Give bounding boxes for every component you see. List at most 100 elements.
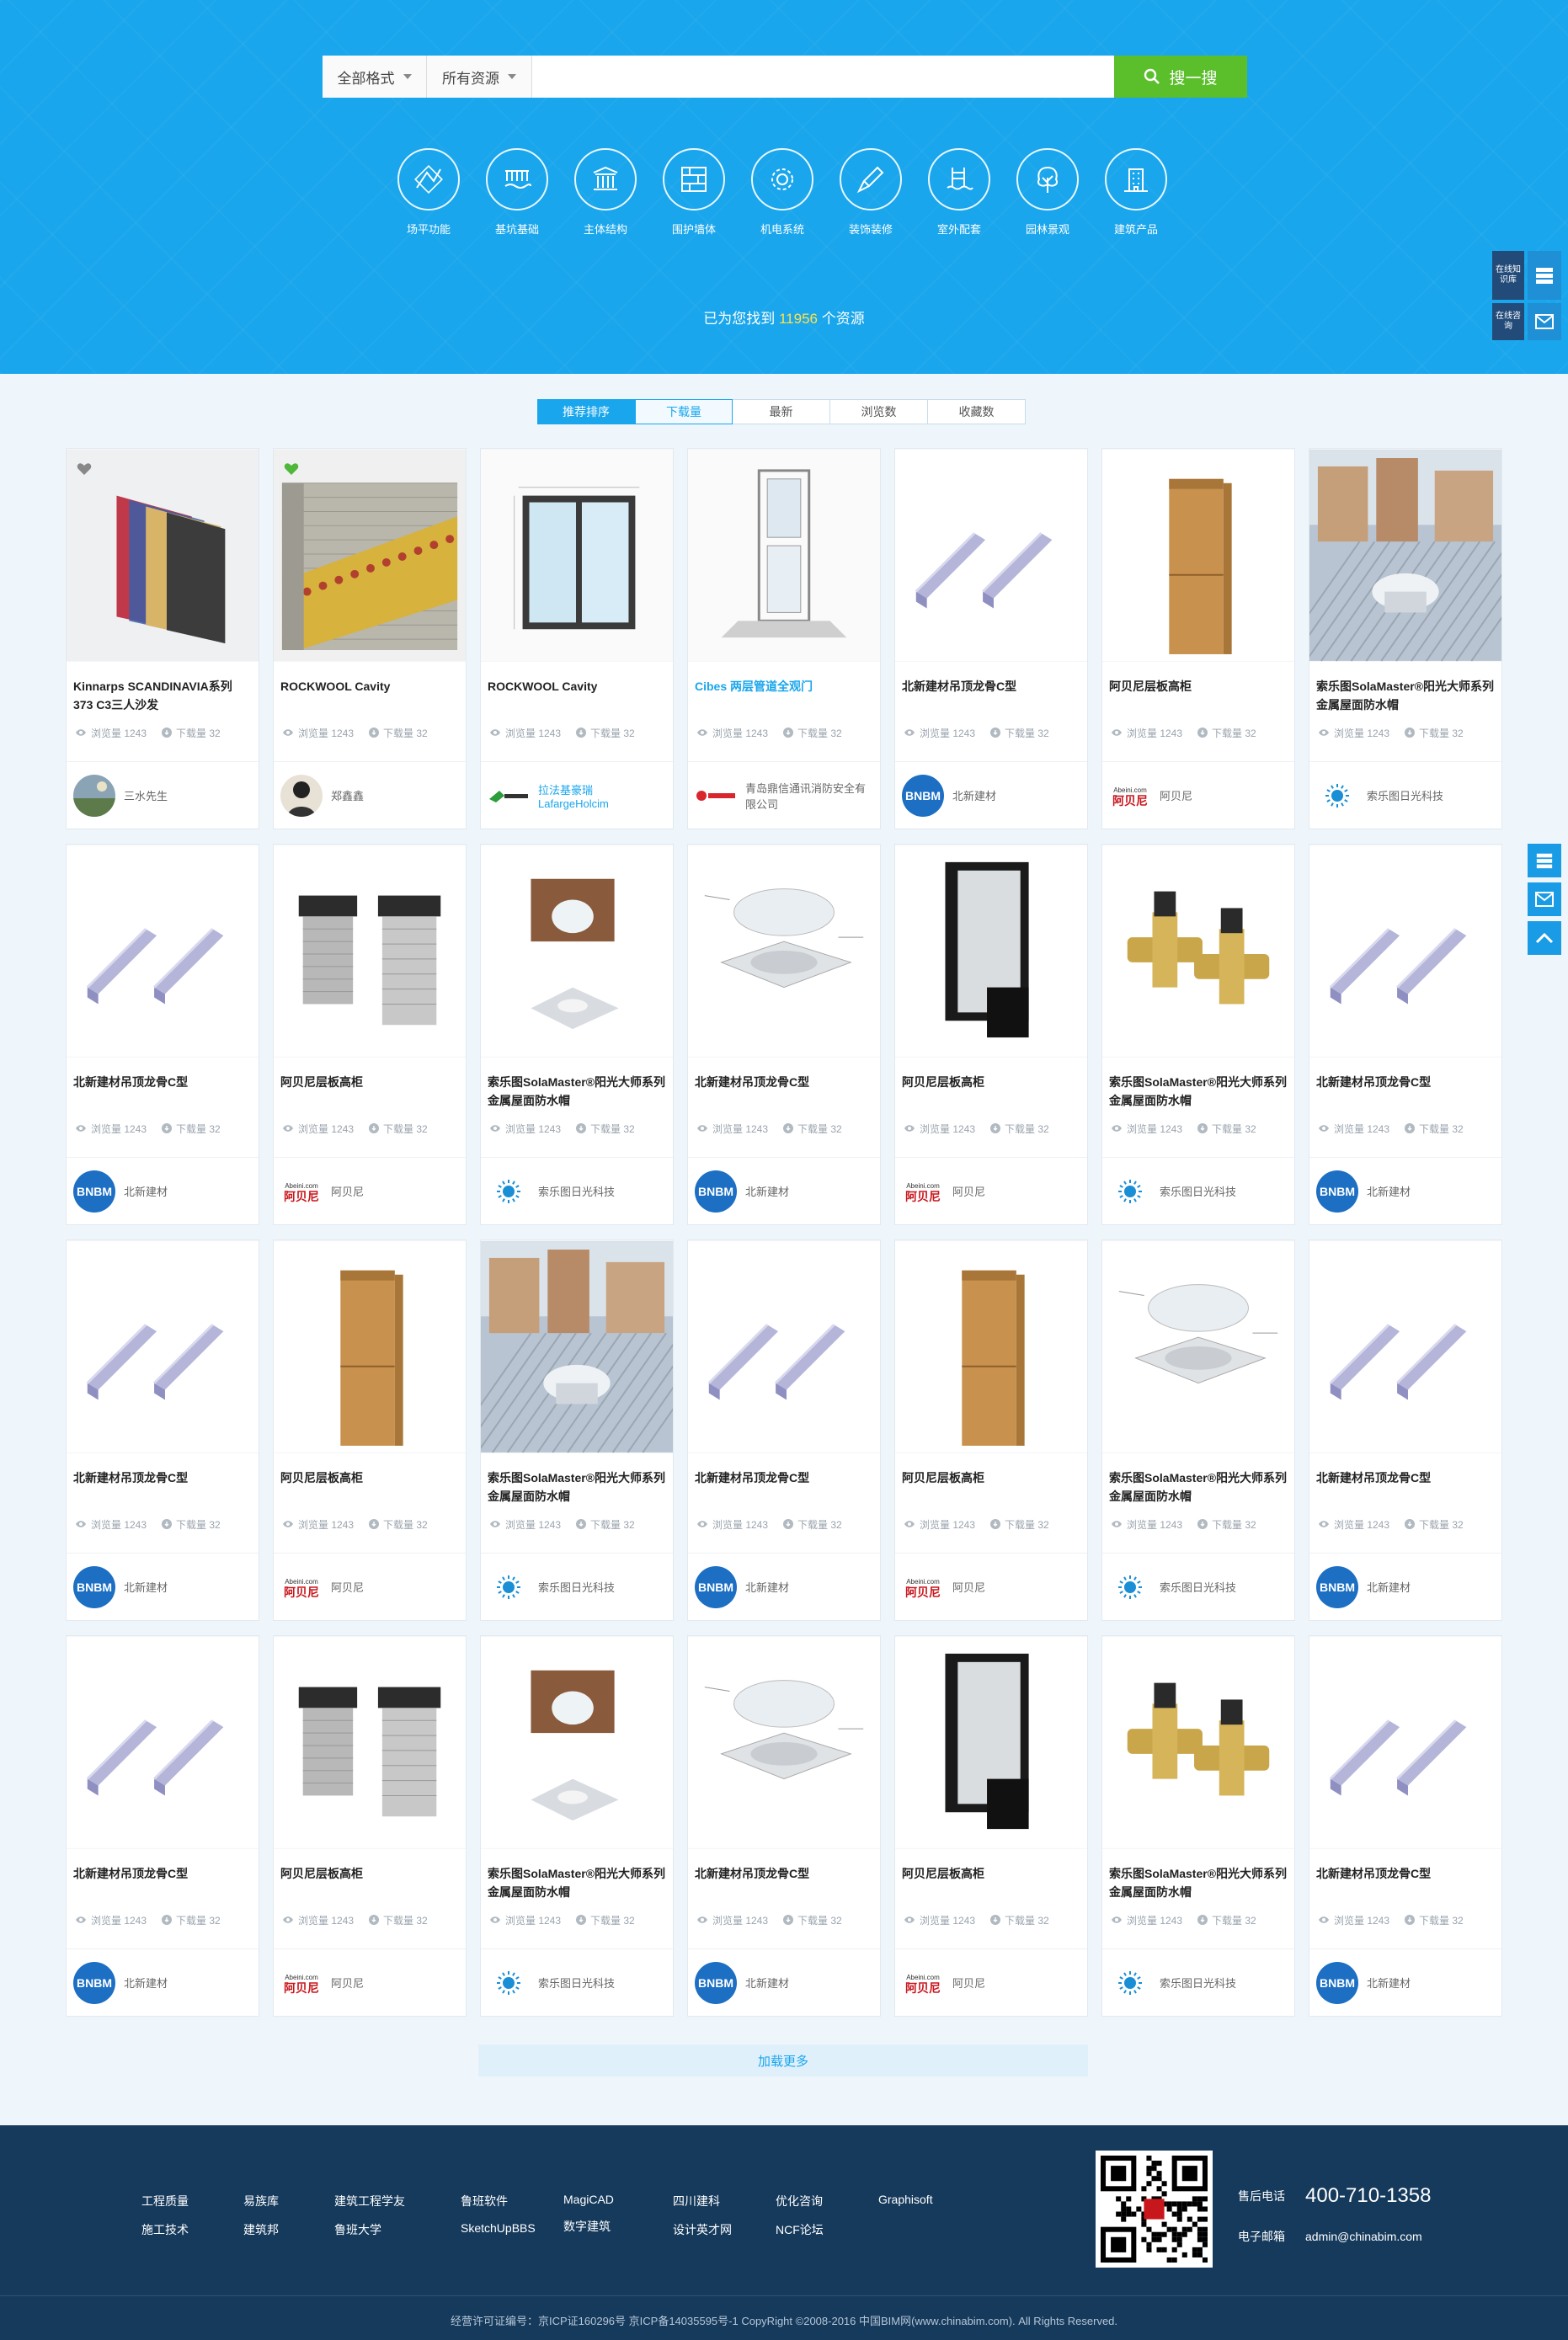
product-image[interactable] xyxy=(895,845,1087,1058)
owner-name[interactable]: 北新建材 xyxy=(745,1975,789,1991)
resource-card[interactable]: 阿贝尼层板高柜 浏览量 1243 下载量 32 Abeini.com 阿贝尼 阿贝尼 xyxy=(894,1635,1088,2017)
resource-card[interactable]: 阿贝尼层板高柜 浏览量 1243 下载量 32 Abeini.com 阿贝尼 阿贝尼 xyxy=(273,844,467,1225)
owner-name[interactable]: 北新建材 xyxy=(1367,1975,1411,1991)
card-title[interactable]: 北新建材吊顶龙骨C型 xyxy=(1309,1453,1501,1506)
product-image[interactable] xyxy=(895,1636,1087,1849)
footer-link[interactable]: 建筑邦 xyxy=(243,2221,334,2238)
sort-tab[interactable]: 收藏数 xyxy=(928,399,1026,424)
card-owner[interactable]: BNBM 北新建材 xyxy=(688,1948,880,2016)
resource-card[interactable]: 北新建材吊顶龙骨C型 浏览量 1243 下载量 32 BNBM 北新建材 xyxy=(894,448,1088,829)
card-owner[interactable]: 拉法基豪瑞 LafargeHolcim xyxy=(481,761,673,829)
footer-link[interactable]: 数字建筑 xyxy=(563,2218,673,2235)
resource-card[interactable]: 北新建材吊顶龙骨C型 浏览量 1243 下载量 32 BNBM 北新建材 xyxy=(66,1635,259,2017)
card-title[interactable]: 阿贝尼层板高柜 xyxy=(274,1849,466,1901)
card-owner[interactable]: 索乐图日光科技 xyxy=(1102,1553,1294,1620)
footer-link[interactable]: 工程质量 xyxy=(141,2193,243,2209)
owner-name[interactable]: 北新建材 xyxy=(745,1183,789,1199)
card-title[interactable]: 阿贝尼层板高柜 xyxy=(274,1058,466,1110)
resource-card[interactable]: 北新建材吊顶龙骨C型 浏览量 1243 下载量 32 BNBM 北新建材 xyxy=(66,844,259,1225)
product-image[interactable] xyxy=(688,449,880,662)
category-item[interactable]: 室外配套 xyxy=(928,148,990,237)
card-title[interactable]: 索乐图SolaMaster®阳光大师系列金属屋面防水帽 xyxy=(1309,662,1501,714)
owner-name[interactable]: 阿贝尼 xyxy=(331,1975,364,1991)
product-image[interactable] xyxy=(1102,1636,1294,1849)
product-image[interactable] xyxy=(274,845,466,1058)
resource-card[interactable]: 索乐图SolaMaster®阳光大师系列金属屋面防水帽 浏览量 1243 下载量 3… xyxy=(1101,1239,1295,1621)
card-owner[interactable]: 索乐图日光科技 xyxy=(1102,1948,1294,2016)
card-title[interactable]: 索乐图SolaMaster®阳光大师系列金属屋面防水帽 xyxy=(481,1849,673,1901)
card-title[interactable]: Cibes 两层管道全观门 xyxy=(688,662,880,714)
consult-tag[interactable]: 在线咨询 xyxy=(1492,303,1524,340)
sort-tab[interactable]: 推荐排序 xyxy=(537,399,635,424)
card-owner[interactable]: Abeini.com 阿贝尼 阿贝尼 xyxy=(274,1948,466,2016)
card-title[interactable]: 北新建材吊顶龙骨C型 xyxy=(67,1849,259,1901)
card-owner[interactable]: BNBM 北新建材 xyxy=(688,1157,880,1224)
resource-card[interactable]: 北新建材吊顶龙骨C型 浏览量 1243 下载量 32 BNBM 北新建材 xyxy=(1309,1239,1502,1621)
owner-name[interactable]: 阿贝尼 xyxy=(331,1183,364,1199)
favorite-heart-icon[interactable] xyxy=(284,462,299,476)
resource-card[interactable]: 阿贝尼层板高柜 浏览量 1243 下载量 32 Abeini.com 阿贝尼 阿贝尼 xyxy=(894,1239,1088,1621)
resource-card[interactable]: 阿贝尼层板高柜 浏览量 1243 下载量 32 Abeini.com 阿贝尼 阿贝尼 xyxy=(273,1635,467,2017)
card-title[interactable]: 北新建材吊顶龙骨C型 xyxy=(67,1058,259,1110)
product-image[interactable] xyxy=(274,449,466,662)
resource-card[interactable]: ROCKWOOL Cavity 浏览量 1243 下载量 32 拉法基豪瑞 Lafar… xyxy=(480,448,674,829)
owner-name[interactable]: 阿贝尼 xyxy=(1160,787,1192,803)
card-owner[interactable]: 郑鑫鑫 xyxy=(274,761,466,829)
category-item[interactable]: 机电系统 xyxy=(751,148,813,237)
resource-card[interactable]: 索乐图SolaMaster®阳光大师系列金属屋面防水帽 浏览量 1243 下载量 3… xyxy=(480,1239,674,1621)
owner-name[interactable]: 郑鑫鑫 xyxy=(331,787,364,803)
card-owner[interactable]: BNBM 北新建材 xyxy=(1309,1553,1501,1620)
card-owner[interactable]: BNBM 北新建材 xyxy=(1309,1157,1501,1224)
search-button[interactable]: 搜一搜 xyxy=(1114,56,1247,98)
card-owner[interactable]: 索乐图日光科技 xyxy=(481,1553,673,1620)
product-image[interactable] xyxy=(67,845,259,1058)
sort-tab[interactable]: 下载量 xyxy=(635,399,733,424)
card-title[interactable]: 索乐图SolaMaster®阳光大师系列金属屋面防水帽 xyxy=(1102,1849,1294,1901)
owner-name[interactable]: 阿贝尼 xyxy=(331,1579,364,1595)
card-owner[interactable]: BNBM 北新建材 xyxy=(895,761,1087,829)
product-image[interactable] xyxy=(688,1636,880,1849)
owner-name[interactable]: 北新建材 xyxy=(124,1975,168,1991)
card-owner[interactable]: Abeini.com 阿贝尼 阿贝尼 xyxy=(895,1948,1087,2016)
card-title[interactable]: 阿贝尼层板高柜 xyxy=(274,1453,466,1506)
card-owner[interactable]: BNBM 北新建材 xyxy=(67,1553,259,1620)
card-owner[interactable]: BNBM 北新建材 xyxy=(67,1948,259,2016)
card-title[interactable]: 索乐图SolaMaster®阳光大师系列金属屋面防水帽 xyxy=(481,1453,673,1506)
email-address[interactable]: admin@chinabim.com xyxy=(1305,2230,1422,2243)
category-item[interactable]: 基坑基础 xyxy=(486,148,548,237)
resource-card[interactable]: Cibes 两层管道全观门 浏览量 1243 下载量 32 青岛鼎信通讯消防安全有限公… xyxy=(687,448,881,829)
card-title[interactable]: 索乐图SolaMaster®阳光大师系列金属屋面防水帽 xyxy=(1102,1058,1294,1110)
owner-name[interactable]: 三水先生 xyxy=(124,787,168,803)
sort-tab[interactable]: 浏览数 xyxy=(830,399,928,424)
card-title[interactable]: 阿贝尼层板高柜 xyxy=(895,1058,1087,1110)
card-owner[interactable]: 索乐图日光科技 xyxy=(481,1157,673,1224)
product-image[interactable] xyxy=(481,449,673,662)
footer-link[interactable]: 鲁班软件 xyxy=(461,2193,563,2209)
resource-card[interactable]: Kinnarps SCANDINAVIA系列373 C3三人沙发 浏览量 1243… xyxy=(66,448,259,829)
resource-select[interactable]: 所有资源 xyxy=(427,56,532,98)
product-image[interactable] xyxy=(688,845,880,1058)
product-image[interactable] xyxy=(1102,1240,1294,1453)
footer-link[interactable]: 施工技术 xyxy=(141,2221,243,2238)
owner-name[interactable]: 北新建材 xyxy=(1367,1579,1411,1595)
product-image[interactable] xyxy=(67,449,259,662)
search-input[interactable] xyxy=(532,56,1114,98)
owner-name[interactable]: 索乐图日光科技 xyxy=(1160,1183,1236,1199)
card-owner[interactable]: 索乐图日光科技 xyxy=(481,1948,673,2016)
footer-link[interactable]: 易族库 xyxy=(243,2193,334,2209)
product-image[interactable] xyxy=(67,1240,259,1453)
owner-name[interactable]: 索乐图日光科技 xyxy=(538,1183,615,1199)
owner-name[interactable]: 索乐图日光科技 xyxy=(1160,1975,1236,1991)
owner-name[interactable]: 拉法基豪瑞 LafargeHolcim xyxy=(538,781,666,810)
footer-link[interactable]: 设计英才网 xyxy=(673,2221,776,2238)
footer-link[interactable]: 优化咨询 xyxy=(776,2193,878,2209)
product-image[interactable] xyxy=(1309,1636,1501,1849)
owner-name[interactable]: 阿贝尼 xyxy=(952,1183,985,1199)
owner-name[interactable]: 北新建材 xyxy=(124,1579,168,1595)
owner-name[interactable]: 阿贝尼 xyxy=(952,1579,985,1595)
format-select[interactable]: 全部格式 xyxy=(323,56,427,98)
owner-name[interactable]: 索乐图日光科技 xyxy=(1160,1579,1236,1595)
card-title[interactable]: 索乐图SolaMaster®阳光大师系列金属屋面防水帽 xyxy=(1102,1453,1294,1506)
resource-card[interactable]: 北新建材吊顶龙骨C型 浏览量 1243 下载量 32 BNBM 北新建材 xyxy=(1309,1635,1502,2017)
favorite-heart-icon[interactable] xyxy=(77,462,92,476)
